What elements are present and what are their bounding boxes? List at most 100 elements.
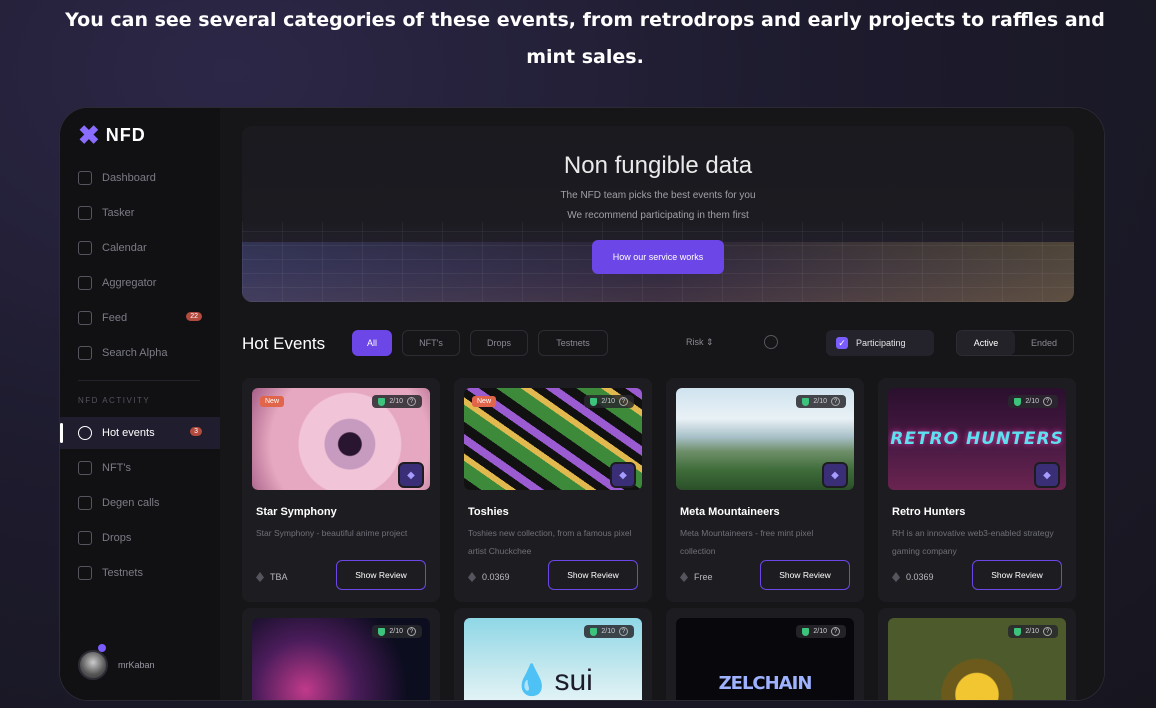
event-price: 0.0369: [892, 572, 934, 582]
shield-icon: [1014, 397, 1022, 406]
new-badge: New: [472, 396, 497, 407]
show-review-button[interactable]: Show Review: [972, 560, 1062, 590]
eth-icon: [892, 572, 900, 582]
hero-subtitle-2: We recommend participating in them first: [567, 210, 749, 221]
search-icon[interactable]: [764, 335, 778, 349]
network-icon: [78, 566, 92, 580]
risk-score: 2/10?: [1008, 395, 1058, 408]
event-card[interactable]: 💧 sui 2/10?: [454, 608, 652, 700]
hero-title: Non fungible data: [563, 152, 753, 179]
event-title: Star Symphony: [256, 506, 337, 518]
event-card[interactable]: RETRO HUNTERS 2/10? ◆ Retro Hunters RH i…: [878, 378, 1076, 602]
filter-testnets[interactable]: Testnets: [538, 330, 608, 356]
show-review-button[interactable]: Show Review: [760, 560, 850, 590]
help-icon: ?: [619, 627, 628, 636]
sidebar-item-hot-events[interactable]: Hot events 3: [60, 417, 220, 449]
sidebar-item-drops[interactable]: Drops: [60, 522, 220, 554]
filter-drops[interactable]: Drops: [470, 330, 528, 356]
risk-score: 2/10?: [1008, 625, 1058, 638]
drops-icon: [78, 531, 92, 545]
sidebar-item-dashboard[interactable]: Dashboard: [60, 162, 220, 194]
sidebar-item-testnets[interactable]: Testnets: [60, 557, 220, 589]
how-service-works-button[interactable]: How our service works: [592, 240, 724, 274]
coin-icon: [78, 496, 92, 510]
eth-icon: [468, 572, 476, 582]
checkbox-checked-icon: ✓: [836, 337, 848, 349]
event-description: RH is an innovative web3-enabled strateg…: [892, 528, 1054, 556]
event-title: Retro Hunters: [892, 506, 966, 518]
shield-icon: [802, 397, 810, 406]
chain-icon: ◆: [822, 462, 848, 488]
logo-text: NFD: [105, 124, 146, 145]
event-description: Meta Mountaineers - free mint pixel coll…: [680, 528, 814, 556]
help-icon: ?: [407, 397, 416, 406]
logo[interactable]: ✖ NFD: [78, 122, 146, 148]
shield-icon: [590, 397, 598, 406]
event-price: TBA: [256, 572, 288, 582]
tasker-icon: [78, 206, 92, 220]
filter-all[interactable]: All: [352, 330, 392, 356]
sidebar-item-search-alpha[interactable]: Search Alpha: [60, 337, 220, 369]
show-review-button[interactable]: Show Review: [336, 560, 426, 590]
chain-icon: ◆: [610, 462, 636, 488]
sidebar-section-title: NFD ACTIVITY: [78, 396, 151, 405]
main-content: Non fungible data The NFD team picks the…: [220, 108, 1104, 700]
app-window: ✖ NFD Dashboard Tasker Calendar Aggregat…: [60, 108, 1104, 700]
event-card[interactable]: New 2/10? ◆ Toshies Toshies new collecti…: [454, 378, 652, 602]
hero-banner: Non fungible data The NFD team picks the…: [242, 126, 1074, 302]
event-card[interactable]: 2/10?: [242, 608, 440, 700]
twitter-icon: [78, 346, 92, 360]
show-review-button[interactable]: Show Review: [548, 560, 638, 590]
event-description: Toshies new collection, from a famous pi…: [468, 528, 632, 556]
folder-icon: [78, 276, 92, 290]
help-icon: ?: [1043, 627, 1052, 636]
sidebar-item-nfts[interactable]: NFT's: [60, 452, 220, 484]
segment-ended[interactable]: Ended: [1015, 331, 1073, 355]
shield-icon: [378, 627, 386, 636]
sort-arrows-icon: ⇕: [706, 337, 714, 347]
user-profile[interactable]: mrKaban: [78, 644, 155, 680]
event-card[interactable]: 2/10?: [878, 608, 1076, 700]
segment-active[interactable]: Active: [957, 331, 1015, 355]
logo-x-icon: ✖: [78, 120, 100, 150]
sidebar-item-tasker[interactable]: Tasker: [60, 197, 220, 229]
grid-icon: [78, 171, 92, 185]
event-description: Star Symphony - beautiful anime project: [256, 528, 408, 538]
retro-hunters-logo: RETRO HUNTERS: [890, 429, 1064, 449]
event-price: Free: [680, 572, 713, 582]
help-icon: ?: [407, 627, 416, 636]
user-name: mrKaban: [118, 660, 155, 670]
feed-count-badge: 22: [186, 312, 202, 321]
event-card[interactable]: 2/10? ◆ Meta Mountaineers Meta Mountaine…: [666, 378, 864, 602]
risk-score: 2/10?: [796, 395, 846, 408]
sidebar-item-aggregator[interactable]: Aggregator: [60, 267, 220, 299]
risk-score: 2/10?: [796, 625, 846, 638]
risk-score: 2/10?: [372, 395, 422, 408]
new-badge: New: [260, 396, 285, 407]
help-icon: ?: [1043, 397, 1052, 406]
risk-label: Risk: [686, 337, 704, 347]
chain-icon: ◆: [1034, 462, 1060, 488]
event-image: ZELCHAIN 2/10?: [676, 618, 854, 700]
events-toolbar: Hot Events All NFT's Drops Testnets Risk…: [242, 328, 1074, 358]
risk-score: 2/10?: [584, 395, 634, 408]
risk-score: 2/10?: [584, 625, 634, 638]
eth-icon: [680, 572, 688, 582]
sidebar-item-calendar[interactable]: Calendar: [60, 232, 220, 264]
participating-toggle[interactable]: ✓ Participating: [826, 330, 934, 356]
avatar: [78, 644, 108, 680]
event-card[interactable]: ZELCHAIN 2/10?: [666, 608, 864, 700]
section-title: Hot Events: [242, 334, 326, 353]
flame-icon: [78, 426, 92, 440]
risk-sort[interactable]: Risk ⇕: [686, 337, 714, 348]
filter-nfts[interactable]: NFT's: [402, 330, 460, 356]
shield-icon: [590, 627, 598, 636]
sui-logo: 💧 sui: [513, 663, 593, 698]
event-image: 2/10?: [888, 618, 1066, 700]
sidebar-item-degen-calls[interactable]: Degen calls: [60, 487, 220, 519]
sidebar-item-feed[interactable]: Feed 22: [60, 302, 220, 334]
event-card[interactable]: New 2/10? ◆ Star Symphony Star Symphony …: [242, 378, 440, 602]
shield-icon: [1014, 627, 1022, 636]
event-title: Meta Mountaineers: [680, 506, 780, 518]
page-caption: You can see several categories of these …: [65, 9, 1105, 68]
